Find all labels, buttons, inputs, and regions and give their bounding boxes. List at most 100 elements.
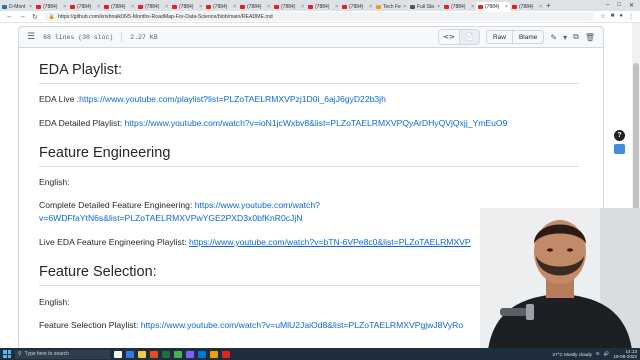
tab-close-icon[interactable]: × <box>29 4 32 10</box>
browser-tab-bar: D-Mont × (7884) × (7884) × (7884) × (7884) × (7884… <box>0 0 640 11</box>
tab-label: (7884) <box>485 3 500 10</box>
tab-close-icon[interactable]: × <box>131 4 134 10</box>
jupyter-icon[interactable] <box>210 350 218 358</box>
chevron-down-icon[interactable]: ▾ <box>563 33 567 42</box>
delete-icon[interactable]: 🗑 <box>585 33 595 42</box>
tab-close-icon[interactable]: × <box>505 4 508 10</box>
tab-favicon-icon <box>376 4 381 9</box>
raw-button[interactable]: Raw <box>485 30 513 44</box>
tab-close-icon[interactable]: × <box>63 4 66 10</box>
fe-live-link[interactable]: https://www.youtube.com/watch?v=bTN-6VPe… <box>189 237 471 247</box>
menu-icon[interactable]: ⋮ <box>628 13 634 20</box>
tab-favicon-icon <box>138 4 143 9</box>
office-icon[interactable] <box>150 350 158 358</box>
tab-close-icon[interactable]: × <box>369 4 372 10</box>
tab-favicon-icon <box>104 4 109 9</box>
tab-close-icon[interactable]: × <box>471 4 474 10</box>
url-input[interactable]: 🔒 https://github.com/krishnaik06/5-Month… <box>43 12 595 21</box>
browser-tab[interactable]: D-Mont × <box>0 2 34 11</box>
vscode-icon[interactable] <box>198 350 206 358</box>
fs-playlist-link[interactable]: https://www.youtube.com/watch?v=uMlU2Jai… <box>141 320 463 330</box>
fe-english-label: English: <box>39 177 70 187</box>
tab-label: (7884) <box>315 3 330 10</box>
browser-tab[interactable]: (7884) × <box>442 2 476 11</box>
tab-favicon-icon <box>274 4 279 9</box>
browser-tab[interactable]: (7884) × <box>170 2 204 11</box>
back-icon[interactable]: ← <box>6 13 13 20</box>
browser-tab[interactable]: (7884) × <box>204 2 238 11</box>
tab-favicon-icon <box>172 4 177 9</box>
maximize-icon[interactable]: □ <box>617 2 621 9</box>
volume-icon[interactable]: 🔊 <box>604 351 610 357</box>
browser-tab[interactable]: (7884) × <box>476 2 510 11</box>
wifi-icon[interactable]: ≋ <box>596 351 600 357</box>
chat-icon[interactable] <box>614 144 625 154</box>
outline-list-icon[interactable]: ☰ <box>27 32 35 42</box>
edge-icon[interactable] <box>126 350 134 358</box>
profile-icon[interactable]: ● <box>619 13 623 20</box>
star-icon[interactable]: ☆ <box>600 13 605 20</box>
view-toggle: <> 📄 <box>437 29 480 45</box>
tab-label: (7884) <box>179 3 194 10</box>
youtube-app-icon[interactable] <box>222 350 230 358</box>
divider <box>121 32 123 42</box>
chrome-icon[interactable] <box>174 350 182 358</box>
preview-file-icon[interactable]: 📄 <box>458 30 479 44</box>
edit-pencil-icon[interactable]: ✎ <box>550 33 557 42</box>
browser-tab[interactable]: (7884) × <box>136 2 170 11</box>
browser-tab[interactable]: (7884) × <box>102 2 136 11</box>
eda-detailed-link[interactable]: https://www.youtube.com/watch?v=ioN1jcWx… <box>125 118 508 128</box>
divider <box>39 83 579 84</box>
eda-live-link[interactable]: https://www.youtube.com/playlist?list=PL… <box>79 94 386 104</box>
file-explorer-icon[interactable] <box>138 350 146 358</box>
task-view-icon[interactable] <box>114 350 122 358</box>
forward-icon[interactable]: → <box>19 13 26 20</box>
tab-close-icon[interactable]: × <box>403 4 406 10</box>
browser-tab[interactable]: (7884) × <box>340 2 374 11</box>
tab-close-icon[interactable]: × <box>301 4 304 10</box>
new-tab-button[interactable]: + <box>546 1 551 10</box>
browser-tab[interactable]: (7884) × <box>238 2 272 11</box>
tab-close-icon[interactable]: × <box>267 4 270 10</box>
tab-close-icon[interactable]: × <box>233 4 236 10</box>
reload-icon[interactable]: ↻ <box>32 13 38 21</box>
tab-close-icon[interactable]: × <box>199 4 202 10</box>
feature-selection-heading: Feature Selection: <box>39 264 157 280</box>
browser-tab[interactable]: (7884) × <box>34 2 68 11</box>
fe-complete-link-part2[interactable]: v=6WDFfaYtN6s&list=PLZoTAELRMXVPwYGE2PXD… <box>39 213 302 223</box>
teams-icon[interactable] <box>186 350 194 358</box>
taskbar-search-input[interactable]: ⚲ Type here to search <box>15 349 110 359</box>
tab-close-icon[interactable]: × <box>165 4 168 10</box>
tab-close-icon[interactable]: × <box>335 4 338 10</box>
extensions-icon[interactable]: ■ <box>611 13 615 20</box>
tab-favicon-icon <box>410 4 415 9</box>
blame-button[interactable]: Blame <box>512 30 545 44</box>
browser-tab[interactable]: (7884) × <box>272 2 306 11</box>
help-icon[interactable]: ? <box>614 130 625 141</box>
code-view-icon[interactable]: <> <box>439 30 459 44</box>
copy-icon[interactable]: ⧉ <box>573 32 579 42</box>
browser-tab[interactable]: (7884) × <box>306 2 340 11</box>
close-icon[interactable]: ✕ <box>629 2 634 9</box>
tab-close-icon[interactable]: × <box>437 4 440 10</box>
tab-close-icon[interactable]: × <box>539 4 542 10</box>
browser-address-bar: ← → ↻ 🔒 https://github.com/krishnaik06/5… <box>0 11 640 23</box>
browser-tab[interactable]: (7884) × <box>68 2 102 11</box>
file-header: ☰ 68 lines (38 sloc) 2.27 KB <> 📄 Raw Bl… <box>18 26 604 48</box>
tab-favicon-icon <box>70 4 75 9</box>
fs-english-label: English: <box>39 297 70 307</box>
weather-status[interactable]: 27°C Mostly cloudy <box>553 352 592 357</box>
tab-close-icon[interactable]: × <box>97 4 100 10</box>
taskbar-clock[interactable]: 14:13 19-08-2022 <box>614 349 638 359</box>
browser-tab[interactable]: Tech Fe × <box>374 2 408 11</box>
browser-tab[interactable]: Full Sta × <box>408 2 442 11</box>
minimize-icon[interactable]: – <box>606 2 609 9</box>
tab-favicon-icon <box>478 4 483 9</box>
tab-favicon-icon <box>36 4 41 9</box>
excel-icon[interactable] <box>162 350 170 358</box>
windows-start-icon[interactable] <box>3 350 11 358</box>
browser-tab[interactable]: (7884) × <box>510 2 544 11</box>
tab-label: (7884) <box>451 3 466 10</box>
tab-label: (7884) <box>43 3 58 10</box>
fe-complete-link-part1[interactable]: https://www.youtube.com/watch? <box>195 200 320 210</box>
